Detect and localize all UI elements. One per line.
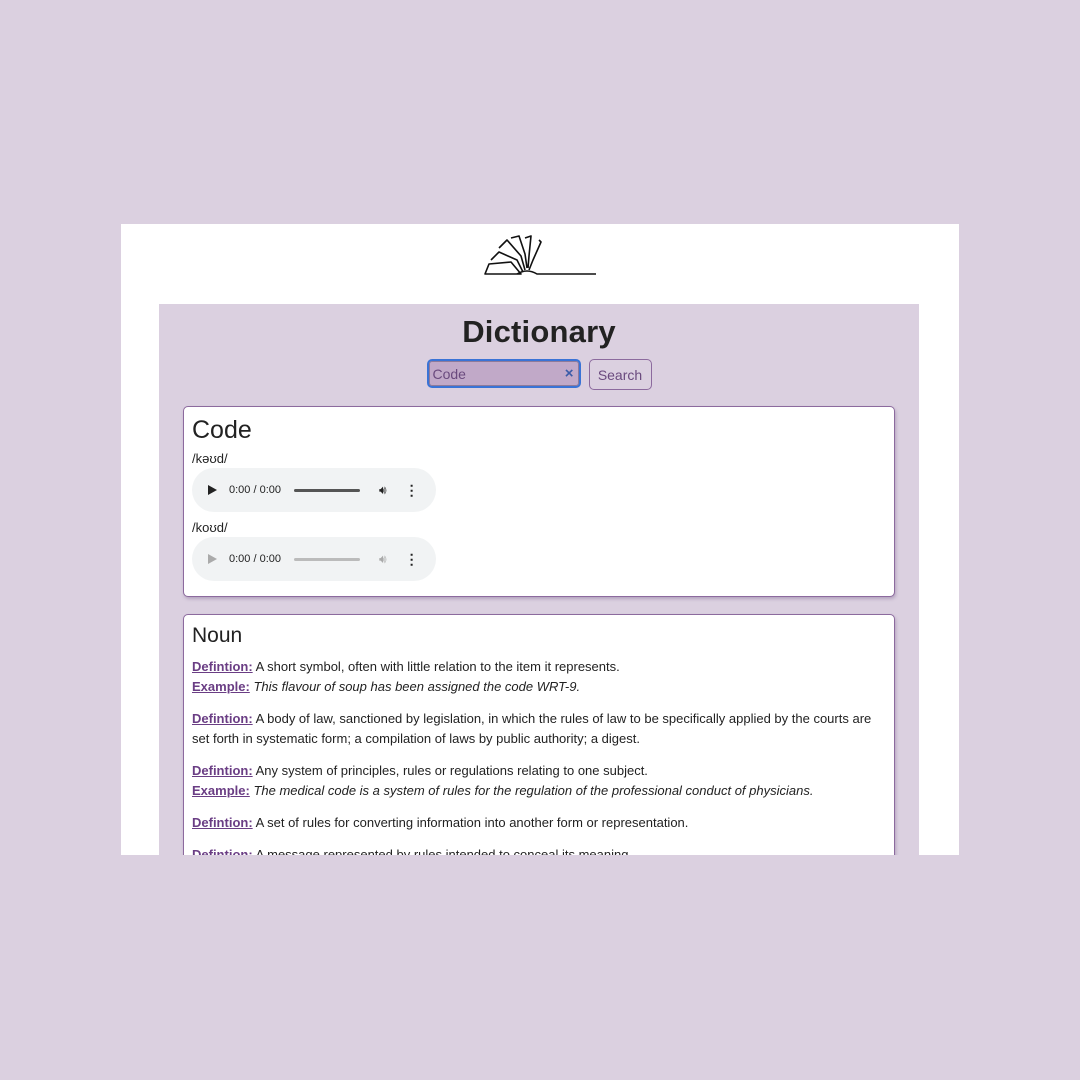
audio-player: 0:00 / 0:00 🔊︎ ⋮ (192, 468, 436, 512)
search-button[interactable]: Search (588, 359, 652, 390)
search-form: × Search (159, 359, 919, 390)
play-icon[interactable] (208, 485, 217, 495)
page-title: Dictionary (462, 314, 616, 349)
word-heading: Code (192, 416, 252, 444)
phonetic-text: /koʊd/ (192, 520, 228, 535)
more-options-icon[interactable]: ⋮ (405, 552, 419, 566)
audio-progress-slider[interactable] (294, 557, 360, 561)
clear-icon[interactable]: × (565, 365, 574, 383)
example-label: Example: (192, 679, 250, 694)
definition-label: Defintion: (192, 659, 253, 674)
definition-text: A short symbol, often with little relati… (255, 659, 620, 674)
definition-label: Defintion: (192, 711, 253, 726)
audio-player: 0:00 / 0:00 🔊︎ ⋮ (192, 537, 436, 581)
meaning-card: Noun Defintion: A short symbol, often wi… (183, 614, 895, 855)
search-field: × (426, 359, 581, 388)
definition-entry: Defintion: A message represented by rule… (192, 845, 886, 855)
word-card: Code /kəʊd/ 0:00 / 0:00 🔊︎ ⋮ /koʊd/ 0:00… (183, 406, 895, 597)
definition-text: A body of law, sanctioned by legislation… (192, 711, 872, 746)
open-book-icon (484, 235, 596, 275)
part-of-speech: Noun (192, 624, 243, 647)
example-text: The medical code is a system of rules fo… (253, 783, 814, 798)
app-frame: Dictionary × Search Code /kəʊd/ 0:00 / 0… (121, 224, 959, 855)
definition-text: Any system of principles, rules or regul… (255, 763, 648, 778)
dictionary-app: Dictionary × Search Code /kəʊd/ 0:00 / 0… (159, 304, 919, 855)
play-icon[interactable] (208, 554, 217, 564)
definition-entry: Defintion: A short symbol, often with li… (192, 657, 886, 697)
definition-text: A set of rules for converting informatio… (255, 815, 689, 830)
phonetic-text: /kəʊd/ (192, 451, 228, 466)
more-options-icon[interactable]: ⋮ (405, 483, 419, 497)
definition-text: A message represented by rules intended … (255, 847, 633, 855)
volume-icon[interactable]: 🔊︎ (379, 552, 387, 567)
audio-progress-slider[interactable] (294, 488, 360, 492)
definition-entry: Defintion: A body of law, sanctioned by … (192, 709, 886, 749)
definition-label: Defintion: (192, 763, 253, 778)
definition-entry: Defintion: Any system of principles, rul… (192, 761, 886, 801)
definition-entry: Defintion: A set of rules for converting… (192, 813, 886, 833)
audio-time: 0:00 / 0:00 (229, 484, 281, 496)
definition-label: Defintion: (192, 847, 253, 855)
audio-time: 0:00 / 0:00 (229, 553, 281, 565)
search-input[interactable] (428, 361, 579, 386)
example-label: Example: (192, 783, 250, 798)
definition-label: Defintion: (192, 815, 253, 830)
example-text: This flavour of soup has been assigned t… (253, 679, 581, 694)
volume-icon[interactable]: 🔊︎ (379, 483, 387, 498)
